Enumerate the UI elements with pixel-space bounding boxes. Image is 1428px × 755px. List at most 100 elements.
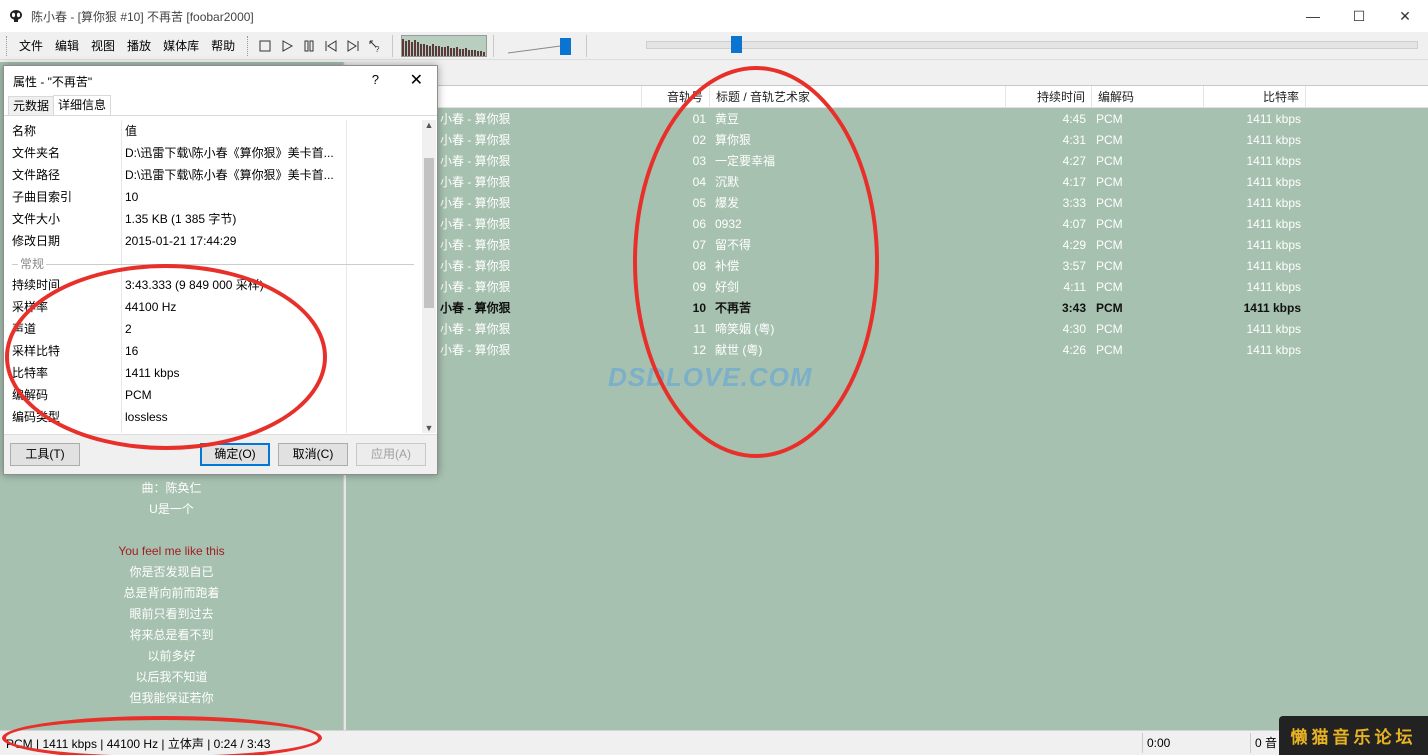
minimize-button[interactable]: — — [1290, 0, 1336, 32]
cell-artist: 小春 - 算你狠 — [440, 154, 511, 168]
section-label: 常规 — [18, 255, 47, 272]
property-name: 文件夹名 — [12, 146, 61, 160]
cell-bitrate: 1411 kbps — [1246, 112, 1302, 126]
stop-icon[interactable] — [254, 35, 276, 57]
spectrum-visualizer — [401, 34, 488, 57]
spectrum-bar — [471, 49, 474, 56]
dialog-close-button[interactable]: ✕ — [410, 70, 423, 90]
cell-codec: PCM — [1096, 238, 1123, 252]
playlist-rows: 小春 - 算你狠 01 黄豆 4:45 PCM 1411 kbps 小春 - 算你狠 02 算你… — [346, 109, 1428, 361]
property-row[interactable]: 子曲目索引 10 — [8, 186, 422, 208]
toolbar-grip[interactable] — [6, 35, 9, 56]
playlist-row[interactable]: 小春 - 算你狠 09 好剑 4:11 PCM 1411 kbps — [346, 277, 1428, 298]
tab-details[interactable]: 详细信息 — [53, 95, 112, 115]
cell-artist: 小春 - 算你狠 — [440, 259, 511, 273]
spectrum-bar — [408, 39, 411, 56]
cell-artist: 小春 - 算你狠 — [440, 133, 511, 147]
playlist-view: 艺术家/专辑 音轨号 标题 / 音轨艺术家 持续时间 编解码 比特率 小春 - … — [346, 62, 1428, 730]
scroll-thumb[interactable] — [424, 158, 434, 308]
spectrum-bar — [477, 50, 480, 56]
property-row[interactable]: 文件路径 D:\迅雷下载\陈小春《算你狠》美卡首... — [8, 164, 422, 186]
spectrum-bar — [462, 48, 465, 56]
cell-codec: PCM — [1096, 322, 1123, 336]
tools-button[interactable]: 工具(T) — [10, 443, 80, 466]
volume-thumb[interactable] — [560, 37, 572, 55]
playlist-row[interactable]: 小春 - 算你狠 06 0932 4:07 PCM 1411 kbps — [346, 214, 1428, 235]
column-duration[interactable]: 持续时间 — [1006, 86, 1092, 108]
playlist-row[interactable]: 小春 - 算你狠 04 沉默 4:17 PCM 1411 kbps — [346, 172, 1428, 193]
property-value: 2015-01-21 17:44:29 — [125, 234, 237, 248]
lyric-line: 眼前只看到过去 — [129, 607, 214, 621]
seek-thumb[interactable] — [731, 36, 742, 53]
menu-library[interactable]: 媒体库 — [157, 36, 205, 56]
cell-bitrate: 1411 kbps — [1246, 196, 1302, 210]
property-name: 文件大小 — [12, 212, 61, 226]
playlist-row[interactable]: 小春 - 算你狠 10 不再苦 3:43 PCM 1411 kbps — [346, 298, 1428, 319]
property-value: D:\迅雷下载\陈小春《算你狠》美卡首... — [125, 168, 334, 182]
menu-help[interactable]: 帮助 — [205, 36, 241, 56]
menu-playback[interactable]: 播放 — [121, 36, 157, 56]
random-icon[interactable]: ? — [364, 35, 386, 57]
spectrum-bar — [423, 43, 426, 56]
property-row[interactable]: 文件夹名 D:\迅雷下载\陈小春《算你狠》美卡首... — [8, 142, 422, 164]
cell-duration: 4:30 — [1062, 322, 1086, 336]
toolbar-grip[interactable] — [247, 35, 250, 56]
menu-file[interactable]: 文件 — [13, 36, 49, 56]
column-bitrate[interactable]: 比特率 — [1204, 86, 1306, 108]
spectrum-bar — [468, 49, 471, 56]
column-codec[interactable]: 编解码 — [1092, 86, 1204, 108]
spectrum-bar — [474, 49, 477, 56]
playlist-row[interactable]: 小春 - 算你狠 12 献世 (粤) 4:26 PCM 1411 kbps — [346, 340, 1428, 361]
cell-duration: 4:07 — [1062, 217, 1086, 231]
lyric-line: 以后我不知道 — [135, 670, 208, 684]
properties-scrollbar[interactable]: ▲ ▼ — [422, 120, 436, 433]
maximize-button[interactable]: ☐ — [1336, 0, 1382, 32]
cell-bitrate: 1411 kbps — [1246, 322, 1302, 336]
lyric-line: You feel me like this — [118, 544, 225, 558]
help-button[interactable]: ? — [372, 72, 379, 87]
menu-edit[interactable]: 编辑 — [49, 36, 85, 56]
cell-artist: 小春 - 算你狠 — [440, 280, 511, 294]
tab-metadata[interactable]: 元数据 — [8, 96, 55, 115]
playlist-row[interactable]: 小春 - 算你狠 02 算你狠 4:31 PCM 1411 kbps — [346, 130, 1428, 151]
cell-duration: 4:26 — [1062, 343, 1086, 357]
spectrum-bar — [450, 47, 453, 56]
play-icon[interactable] — [276, 35, 298, 57]
apply-button[interactable]: 应用(A) — [356, 443, 426, 466]
seek-bar[interactable] — [646, 36, 1418, 53]
playlist-row[interactable]: 小春 - 算你狠 05 爆发 3:33 PCM 1411 kbps — [346, 193, 1428, 214]
cell-duration: 4:11 — [1063, 280, 1086, 294]
lyric-line: U是一个 — [149, 502, 194, 516]
next-icon[interactable] — [342, 35, 364, 57]
menu-view[interactable]: 视图 — [85, 36, 121, 56]
previous-icon[interactable] — [320, 35, 342, 57]
spectrum-bar — [441, 46, 444, 56]
property-row[interactable]: 修改日期 2015-01-21 17:44:29 — [8, 230, 422, 252]
playlist-row[interactable]: 小春 - 算你狠 07 留不得 4:29 PCM 1411 kbps — [346, 235, 1428, 256]
cell-codec: PCM — [1096, 217, 1123, 231]
playlist-row[interactable]: 小春 - 算你狠 03 一定要幸福 4:27 PCM 1411 kbps — [346, 151, 1428, 172]
property-name: 子曲目索引 — [12, 190, 73, 204]
cell-duration: 4:17 — [1062, 175, 1086, 189]
ok-button[interactable]: 确定(O) — [200, 443, 270, 466]
spectrum-bar — [417, 41, 420, 56]
close-window-button[interactable]: ✕ — [1382, 0, 1428, 32]
scroll-up-icon[interactable]: ▲ — [422, 120, 436, 130]
cell-artist: 小春 - 算你狠 — [440, 112, 511, 126]
spectrum-bar — [453, 47, 456, 56]
window-controls: — ☐ ✕ — [1290, 0, 1428, 32]
cell-duration: 4:27 — [1062, 154, 1086, 168]
pause-icon[interactable] — [298, 35, 320, 57]
playlist-row[interactable]: 小春 - 算你狠 11 啼笑姻 (粤) 4:30 PCM 1411 kbps — [346, 319, 1428, 340]
cancel-button[interactable]: 取消(C) — [278, 443, 348, 466]
volume-slider[interactable] — [504, 35, 580, 57]
foobar-app-icon[interactable] — [8, 8, 24, 24]
playlist-row[interactable]: 小春 - 算你狠 01 黄豆 4:45 PCM 1411 kbps — [346, 109, 1428, 130]
scroll-down-icon[interactable]: ▼ — [422, 423, 436, 433]
header-value[interactable]: 值 — [125, 120, 137, 142]
section-divider — [12, 264, 414, 265]
header-name[interactable]: 名称 — [12, 120, 36, 142]
playlist-row[interactable]: 小春 - 算你狠 08 补偿 3:57 PCM 1411 kbps — [346, 256, 1428, 277]
cell-artist: 小春 - 算你狠 — [440, 196, 511, 210]
property-row[interactable]: 文件大小 1.35 KB (1 385 字节) — [8, 208, 422, 230]
